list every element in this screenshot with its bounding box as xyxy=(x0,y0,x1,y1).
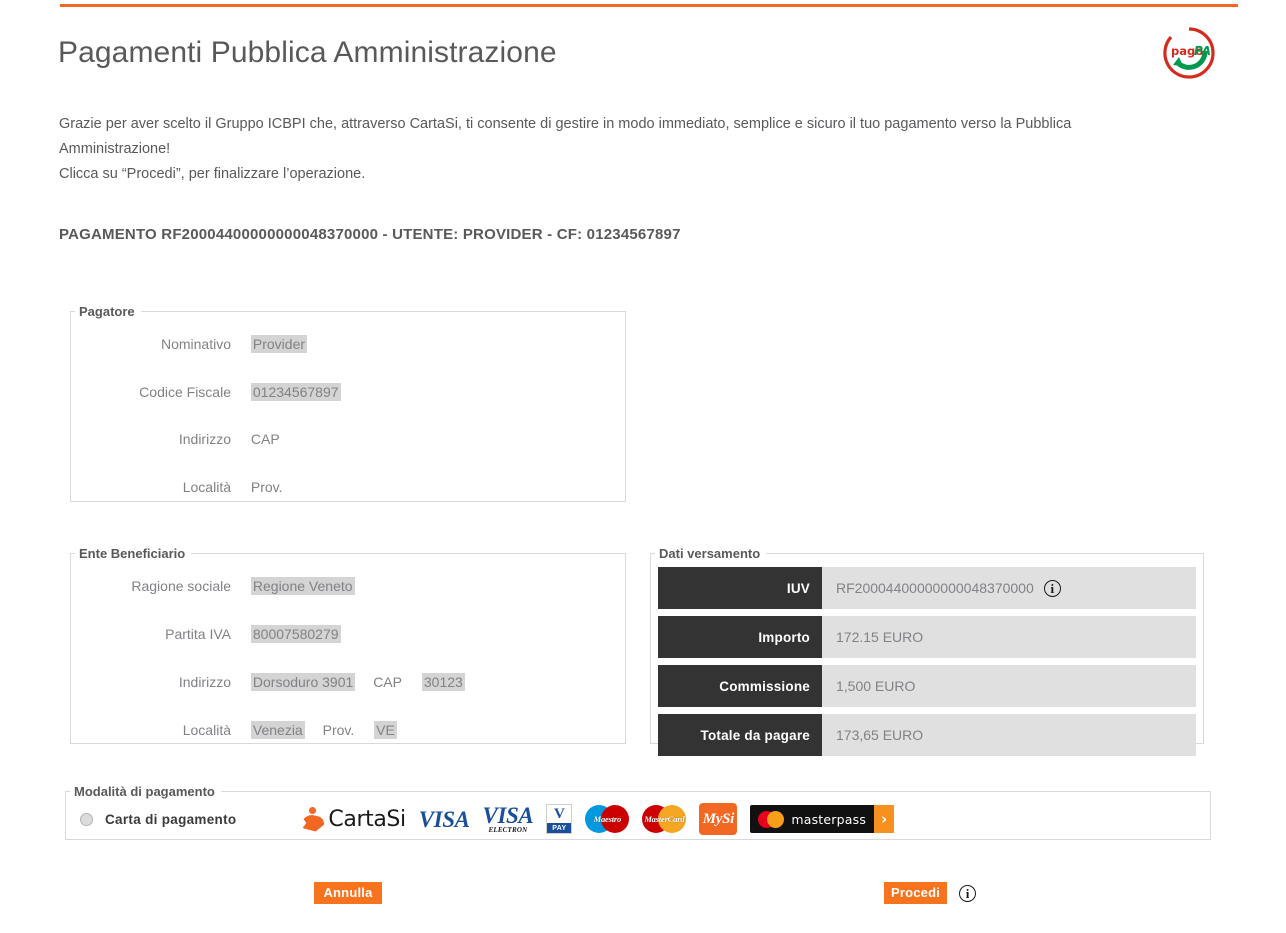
page-title: Pagamenti Pubblica Amministrazione xyxy=(58,36,557,69)
pagatore-legend: Pagatore xyxy=(79,304,135,319)
dati-row-importo: Importo 172.15 EURO xyxy=(658,616,1196,658)
mastercard-logo: MasterCard xyxy=(642,805,687,833)
card-brand-logos: CartaSi VISA VISA ELECTRON V PAY Maestro… xyxy=(302,803,895,835)
ente-value-cap: 30123 xyxy=(421,673,465,691)
maestro-logo: Maestro xyxy=(585,805,630,833)
visa-logo: VISA xyxy=(419,808,470,831)
dati-versamento-legend: Dati versamento xyxy=(659,546,761,561)
ente-row-partita-iva: Partita IVA 80007580279 xyxy=(71,625,625,643)
ente-value-localita: Venezia xyxy=(250,721,305,739)
visa-electron-wordmark: VISA xyxy=(482,803,534,828)
maestro-wordmark: Maestro xyxy=(593,814,622,824)
payment-method-row: Carta di pagamento CartaSi VISA VISA ELE… xyxy=(66,799,1210,839)
maestro-circles-icon: Maestro xyxy=(585,805,630,833)
dati-value-iuv: RF20004400000000048370000 xyxy=(836,580,1034,596)
info-icon[interactable]: i xyxy=(1043,579,1061,597)
visa-electron-subtext: ELECTRON xyxy=(488,826,528,834)
carta-di-pagamento-radio[interactable] xyxy=(80,812,93,826)
ente-row-ragione-sociale: Ragione sociale Regione Veneto xyxy=(71,577,625,595)
dati-key-importo: Importo xyxy=(658,616,822,658)
ente-label-ragione-sociale: Ragione sociale xyxy=(131,578,231,594)
visa-wordmark: VISA xyxy=(418,806,470,832)
ente-value-prov: VE xyxy=(374,721,397,739)
pagatore-value-nominativo: Provider xyxy=(250,335,308,353)
pagatore-value-codice-fiscale: 01234567897 xyxy=(250,383,341,401)
payment-page: pago PA Pagamenti Pubblica Amministrazio… xyxy=(0,0,1286,933)
ente-beneficiario-fieldset: Ente Beneficiario Ragione sociale Region… xyxy=(70,546,626,744)
dati-key-iuv: IUV xyxy=(658,567,822,609)
masterpass-logo[interactable]: masterpass › xyxy=(750,805,895,833)
cartasi-logo: CartaSi xyxy=(302,806,406,832)
ente-label-localita: Località xyxy=(182,722,231,738)
mysi-logo: MySi xyxy=(699,803,738,835)
top-accent-rule xyxy=(60,4,1238,7)
intro-line-2: Clicca su “Procedi”, per finalizzare l’o… xyxy=(59,166,366,182)
masterpass-wordmark: masterpass xyxy=(791,811,867,827)
pagatore-row-nominativo: Nominativo Provider xyxy=(71,335,625,353)
pagopa-logo: pago PA xyxy=(1162,26,1216,80)
pagatore-row-indirizzo: Indirizzo CAP xyxy=(71,431,625,447)
ente-value-ragione-sociale: Regione Veneto xyxy=(250,577,355,595)
dati-value-totale: 173,65 EURO xyxy=(822,714,1196,756)
dati-row-commissione: Commissione 1,500 EURO xyxy=(658,665,1196,707)
cartasi-mark-icon xyxy=(302,806,324,832)
dati-versamento-fieldset: Dati versamento IUV RF200044000000000483… xyxy=(650,546,1204,756)
dati-key-commissione: Commissione xyxy=(658,665,822,707)
pagatore-label-indirizzo: Indirizzo xyxy=(178,431,231,447)
dati-value-importo: 172.15 EURO xyxy=(822,616,1196,658)
ente-row-localita: Località Venezia Prov. VE xyxy=(71,721,625,739)
intro-line-1: Grazie per aver scelto il Gruppo ICBPI c… xyxy=(59,116,1072,157)
vpay-letter: V xyxy=(553,805,565,822)
mastercard-circles-icon: MasterCard xyxy=(642,805,687,833)
ente-row-indirizzo: Indirizzo Dorsoduro 3901 CAP 30123 xyxy=(71,673,625,691)
ente-legend: Ente Beneficiario xyxy=(79,546,186,561)
dati-row-iuv: IUV RF20004400000000048370000 i xyxy=(658,567,1196,609)
visa-electron-logo: VISA ELECTRON xyxy=(483,804,534,834)
mysi-wordmark: MySi xyxy=(702,810,735,827)
payment-summary-header: PAGAMENTO RF20004400000000048370000 - UT… xyxy=(59,226,681,243)
ente-value-partita-iva: 80007580279 xyxy=(250,625,341,643)
pagatore-value-indirizzo: CAP xyxy=(250,431,280,447)
pagatore-row-localita: Località Prov. xyxy=(71,479,625,495)
vpay-logo: V PAY xyxy=(546,804,573,834)
intro-text: Grazie per aver scelto il Gruppo ICBPI c… xyxy=(59,112,1149,187)
pagatore-fieldset: Pagatore Nominativo Provider Codice Fisc… xyxy=(70,304,626,502)
dati-key-totale: Totale da pagare xyxy=(658,714,822,756)
proceed-button[interactable]: Procedi xyxy=(884,882,947,904)
proceed-info-icon[interactable]: i xyxy=(959,885,976,902)
cancel-button[interactable]: Annulla xyxy=(314,882,382,904)
pagatore-label-localita: Località xyxy=(182,479,231,495)
cartasi-wordmark: CartaSi xyxy=(328,806,406,832)
pagatore-value-localita: Prov. xyxy=(250,479,283,495)
pagatore-row-codice-fiscale: Codice Fiscale 01234567897 xyxy=(71,383,625,401)
carta-di-pagamento-label[interactable]: Carta di pagamento xyxy=(105,812,236,827)
modalita-legend: Modalità di pagamento xyxy=(74,784,215,799)
ente-label-cap: CAP xyxy=(373,674,402,690)
ente-label-indirizzo: Indirizzo xyxy=(178,674,231,690)
ente-label-partita-iva: Partita IVA xyxy=(165,626,231,642)
vpay-subtext: PAY xyxy=(547,823,572,833)
dati-value-iuv-cell: RF20004400000000048370000 i xyxy=(822,567,1196,609)
ente-label-prov: Prov. xyxy=(322,722,355,738)
dati-value-commissione: 1,500 EURO xyxy=(822,665,1196,707)
chevron-right-icon[interactable]: › xyxy=(874,805,895,833)
ente-value-indirizzo: Dorsoduro 3901 xyxy=(250,673,356,691)
modalita-pagamento-fieldset: Modalità di pagamento Carta di pagamento… xyxy=(65,784,1211,840)
mastercard-wordmark: MasterCard xyxy=(644,814,685,824)
dati-row-totale: Totale da pagare 173,65 EURO xyxy=(658,714,1196,756)
masterpass-circles-icon xyxy=(758,810,785,828)
pagatore-label-nominativo: Nominativo xyxy=(160,336,231,352)
svg-text:PA: PA xyxy=(1194,44,1211,58)
pagatore-label-codice-fiscale: Codice Fiscale xyxy=(139,384,231,400)
